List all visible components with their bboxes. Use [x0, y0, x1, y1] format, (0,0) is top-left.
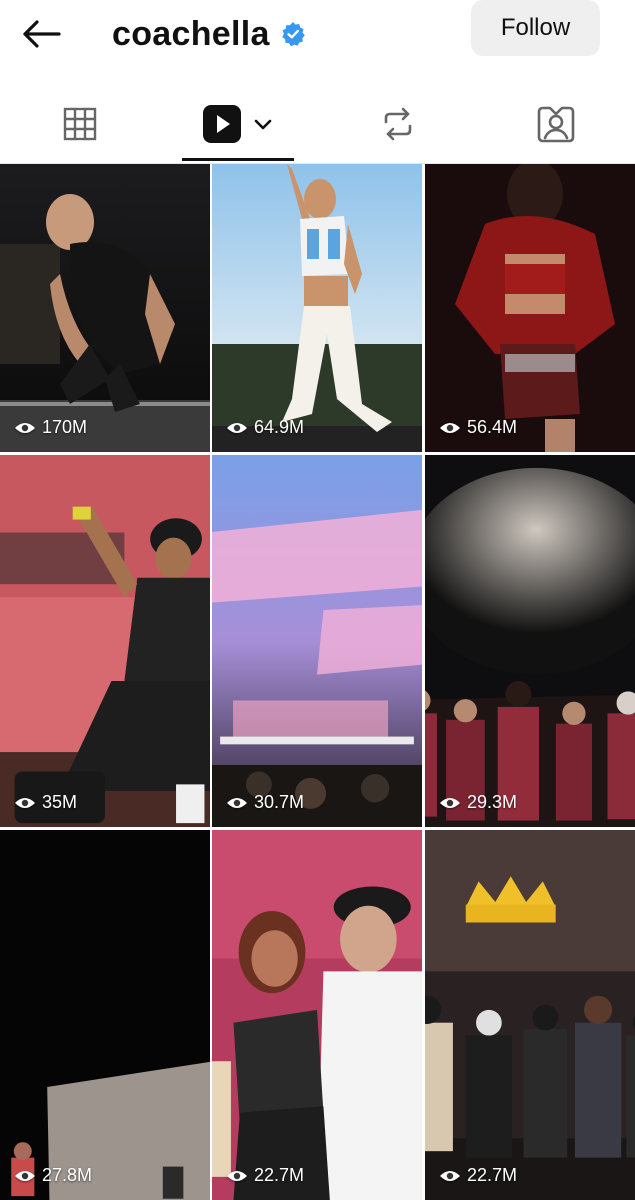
reel-tile[interactable]: 30.7M — [212, 455, 422, 827]
reel-tile[interactable]: 56.4M — [425, 164, 635, 452]
reel-thumbnail-image — [425, 455, 635, 827]
view-count: 30.7M — [226, 792, 304, 813]
view-count: 64.9M — [226, 417, 304, 438]
tab-grid[interactable] — [40, 88, 120, 160]
follow-button[interactable]: Follow — [471, 0, 600, 56]
reel-tile[interactable]: 22.7M — [425, 830, 635, 1200]
reel-thumbnail-image — [425, 164, 635, 452]
back-arrow-icon — [23, 20, 61, 48]
reel-thumbnail-image — [0, 830, 210, 1200]
grid-icon — [63, 107, 97, 141]
view-count: 22.7M — [226, 1165, 304, 1186]
view-count: 35M — [14, 792, 77, 813]
view-count: 27.8M — [14, 1165, 92, 1186]
view-count-label: 56.4M — [467, 417, 518, 437]
eye-icon — [15, 1170, 35, 1181]
reel-tile[interactable]: 170M — [0, 164, 210, 452]
reel-thumbnail-image — [425, 830, 635, 1200]
reel-tile[interactable]: 22.7M — [212, 830, 422, 1200]
chevron-down-icon — [254, 119, 272, 130]
view-count: 22.7M — [439, 1165, 517, 1186]
eye-icon — [15, 797, 35, 808]
view-count-label: 27.8M — [42, 1165, 93, 1185]
tab-reposts[interactable] — [358, 88, 438, 160]
reels-icon — [203, 105, 241, 143]
tab-reels[interactable] — [182, 88, 294, 160]
eye-icon — [227, 797, 247, 808]
eye-icon — [440, 797, 460, 808]
view-count-label: 64.9M — [254, 417, 305, 437]
tab-tagged[interactable] — [516, 88, 596, 160]
profile-title-group: coachella — [112, 12, 306, 56]
selected-tab-indicator — [182, 158, 294, 161]
view-count-label: 30.7M — [254, 792, 305, 812]
reel-tile[interactable]: 35M — [0, 455, 210, 827]
reel-thumbnail-image — [0, 455, 210, 827]
view-count-label: 170M — [42, 417, 88, 437]
eye-icon — [440, 1170, 460, 1181]
reel-thumbnail-image — [212, 455, 422, 827]
reel-thumbnail-image — [212, 164, 422, 452]
view-count-label: 22.7M — [254, 1165, 305, 1185]
back-button[interactable] — [14, 12, 68, 56]
view-count: 170M — [14, 417, 87, 438]
view-count-label: 22.7M — [467, 1165, 518, 1185]
eye-icon — [440, 422, 460, 433]
repost-icon — [384, 107, 412, 141]
verified-badge-icon — [281, 22, 305, 47]
eye-icon — [227, 422, 247, 433]
reel-tile[interactable]: 64.9M — [212, 164, 422, 452]
profile-tabs — [0, 88, 635, 164]
profile-header: coachella Follow — [0, 0, 635, 70]
view-count: 56.4M — [439, 417, 517, 438]
view-count-label: 29.3M — [467, 792, 518, 812]
view-count: 29.3M — [439, 792, 517, 813]
eye-icon — [15, 422, 35, 433]
reel-tile[interactable]: 29.3M — [425, 455, 635, 827]
eye-icon — [227, 1170, 247, 1181]
profile-username: coachella — [112, 14, 270, 53]
tagged-person-icon — [537, 106, 575, 143]
reels-grid: 170M 64.9M 56.4M 35M 30.7M 29.3M 27.8M 2… — [0, 164, 635, 1200]
reel-tile[interactable]: 27.8M — [0, 830, 210, 1200]
view-count-label: 35M — [42, 792, 78, 812]
reel-thumbnail-image — [212, 830, 422, 1200]
reel-thumbnail-image — [0, 164, 210, 452]
